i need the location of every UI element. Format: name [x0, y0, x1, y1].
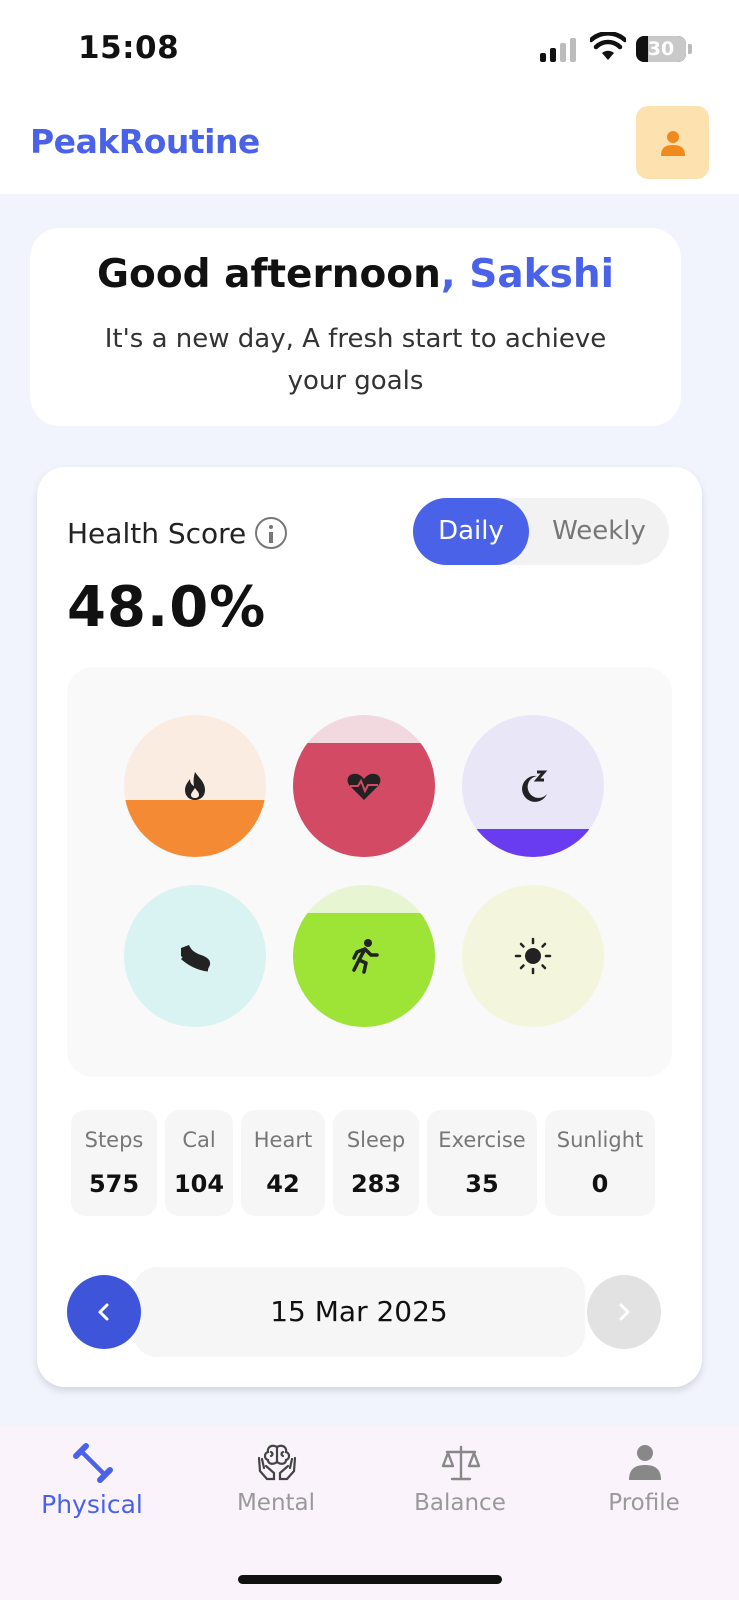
ring-exercise[interactable]: [293, 885, 435, 1027]
app-header: PeakRoutine: [0, 96, 739, 194]
user-name: Sakshi: [469, 252, 614, 297]
metric-stats-row: Steps 575 Cal 104 Heart 42 Sleep 283 Exe…: [71, 1110, 671, 1216]
chevron-left-icon: [98, 1303, 109, 1321]
greeting-card: Good afternoon, Sakshi It's a new day, A…: [30, 228, 681, 426]
person-icon: [629, 1445, 661, 1480]
home-indicator: [238, 1575, 502, 1584]
person-icon: [661, 131, 685, 156]
info-icon[interactable]: [255, 517, 287, 549]
brain-hands-icon: [257, 1444, 297, 1481]
shoe-icon: [181, 945, 211, 972]
stat-exercise: Exercise 35: [427, 1110, 537, 1216]
tab-balance[interactable]: Balance: [368, 1426, 552, 1546]
battery-icon: 30: [636, 36, 692, 62]
current-date: 15 Mar 2025: [133, 1267, 585, 1357]
heart-pulse-icon: [347, 773, 381, 800]
greeting-subtitle: It's a new day, A fresh start to achieve…: [104, 324, 607, 396]
scale-icon: [441, 1445, 481, 1481]
health-score-value: 48.0%: [67, 575, 267, 640]
tab-profile[interactable]: Profile: [552, 1426, 736, 1546]
chevron-right-icon: [619, 1303, 630, 1321]
tab-mental[interactable]: Mental: [184, 1426, 368, 1546]
tab-physical[interactable]: Physical: [0, 1426, 184, 1546]
toggle-weekly[interactable]: Weekly: [529, 498, 669, 565]
ring-heart[interactable]: [293, 715, 435, 857]
health-score-label: Health Score: [67, 517, 247, 550]
moon-sleep-icon: [522, 770, 548, 802]
greeting-title: Good afternoon, Sakshi: [97, 252, 614, 297]
next-day-button[interactable]: [587, 1275, 661, 1349]
profile-button[interactable]: [636, 106, 709, 179]
dumbbell-icon: [73, 1443, 113, 1483]
period-toggle: Daily Weekly: [413, 498, 669, 565]
health-score-card: Health Score Daily Weekly 48.0% Steps 57…: [37, 467, 702, 1387]
previous-day-button[interactable]: [67, 1275, 141, 1349]
date-navigator: 15 Mar 2025: [67, 1267, 672, 1357]
brand-title: PeakRoutine: [30, 122, 260, 161]
bottom-tab-bar: Physical Mental Balance Profile: [0, 1426, 739, 1600]
stat-heart: Heart 42: [241, 1110, 325, 1216]
ring-sleep[interactable]: [462, 715, 604, 857]
ring-steps[interactable]: [124, 885, 266, 1027]
status-time: 15:08: [78, 30, 180, 66]
signal-icon: [540, 38, 580, 62]
stat-cal: Cal 104: [165, 1110, 233, 1216]
stat-sunlight: Sunlight 0: [545, 1110, 655, 1216]
wifi-icon: [588, 31, 628, 62]
ring-sunlight[interactable]: [462, 885, 604, 1027]
running-icon: [352, 939, 379, 974]
metric-rings-panel: [67, 667, 672, 1077]
stat-sleep: Sleep 283: [333, 1110, 419, 1216]
sun-icon: [514, 937, 552, 975]
flame-icon: [185, 772, 205, 800]
stat-steps: Steps 575: [71, 1110, 157, 1216]
battery-level: 30: [647, 38, 675, 60]
status-bar: 15:08 30: [0, 0, 739, 96]
ring-calories[interactable]: [124, 715, 266, 857]
toggle-daily[interactable]: Daily: [413, 498, 529, 565]
